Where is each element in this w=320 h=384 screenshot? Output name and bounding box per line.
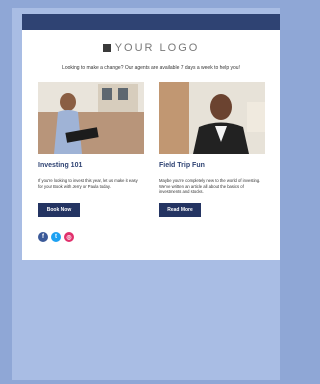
tagline: Looking to make a change? Our agents are… — [62, 65, 240, 71]
field-trip-image — [159, 82, 265, 154]
email-card: YOUR LOGO Looking to make a change? Our … — [22, 14, 280, 260]
read-more-button[interactable]: Read More — [159, 203, 201, 217]
field-trip-body: Maybe you're completely new to the world… — [159, 178, 261, 194]
book-now-button[interactable]: Book Now — [38, 203, 80, 217]
investing-image — [38, 82, 144, 154]
logo-mark — [102, 44, 111, 52]
facebook-icon[interactable]: f — [38, 232, 48, 242]
header-bar — [22, 14, 280, 30]
logo: YOUR LOGO — [22, 42, 280, 54]
instagram-icon[interactable]: ◎ — [64, 232, 74, 242]
twitter-icon[interactable]: t — [51, 232, 61, 242]
logo-text: YOUR LOGO — [114, 42, 200, 54]
investing-title: Investing 101 — [38, 162, 83, 169]
social-links: f t ◎ — [38, 232, 74, 242]
investing-body: If you're looking to invest this year, l… — [38, 178, 138, 189]
field-trip-title: Field Trip Fun — [159, 162, 205, 169]
